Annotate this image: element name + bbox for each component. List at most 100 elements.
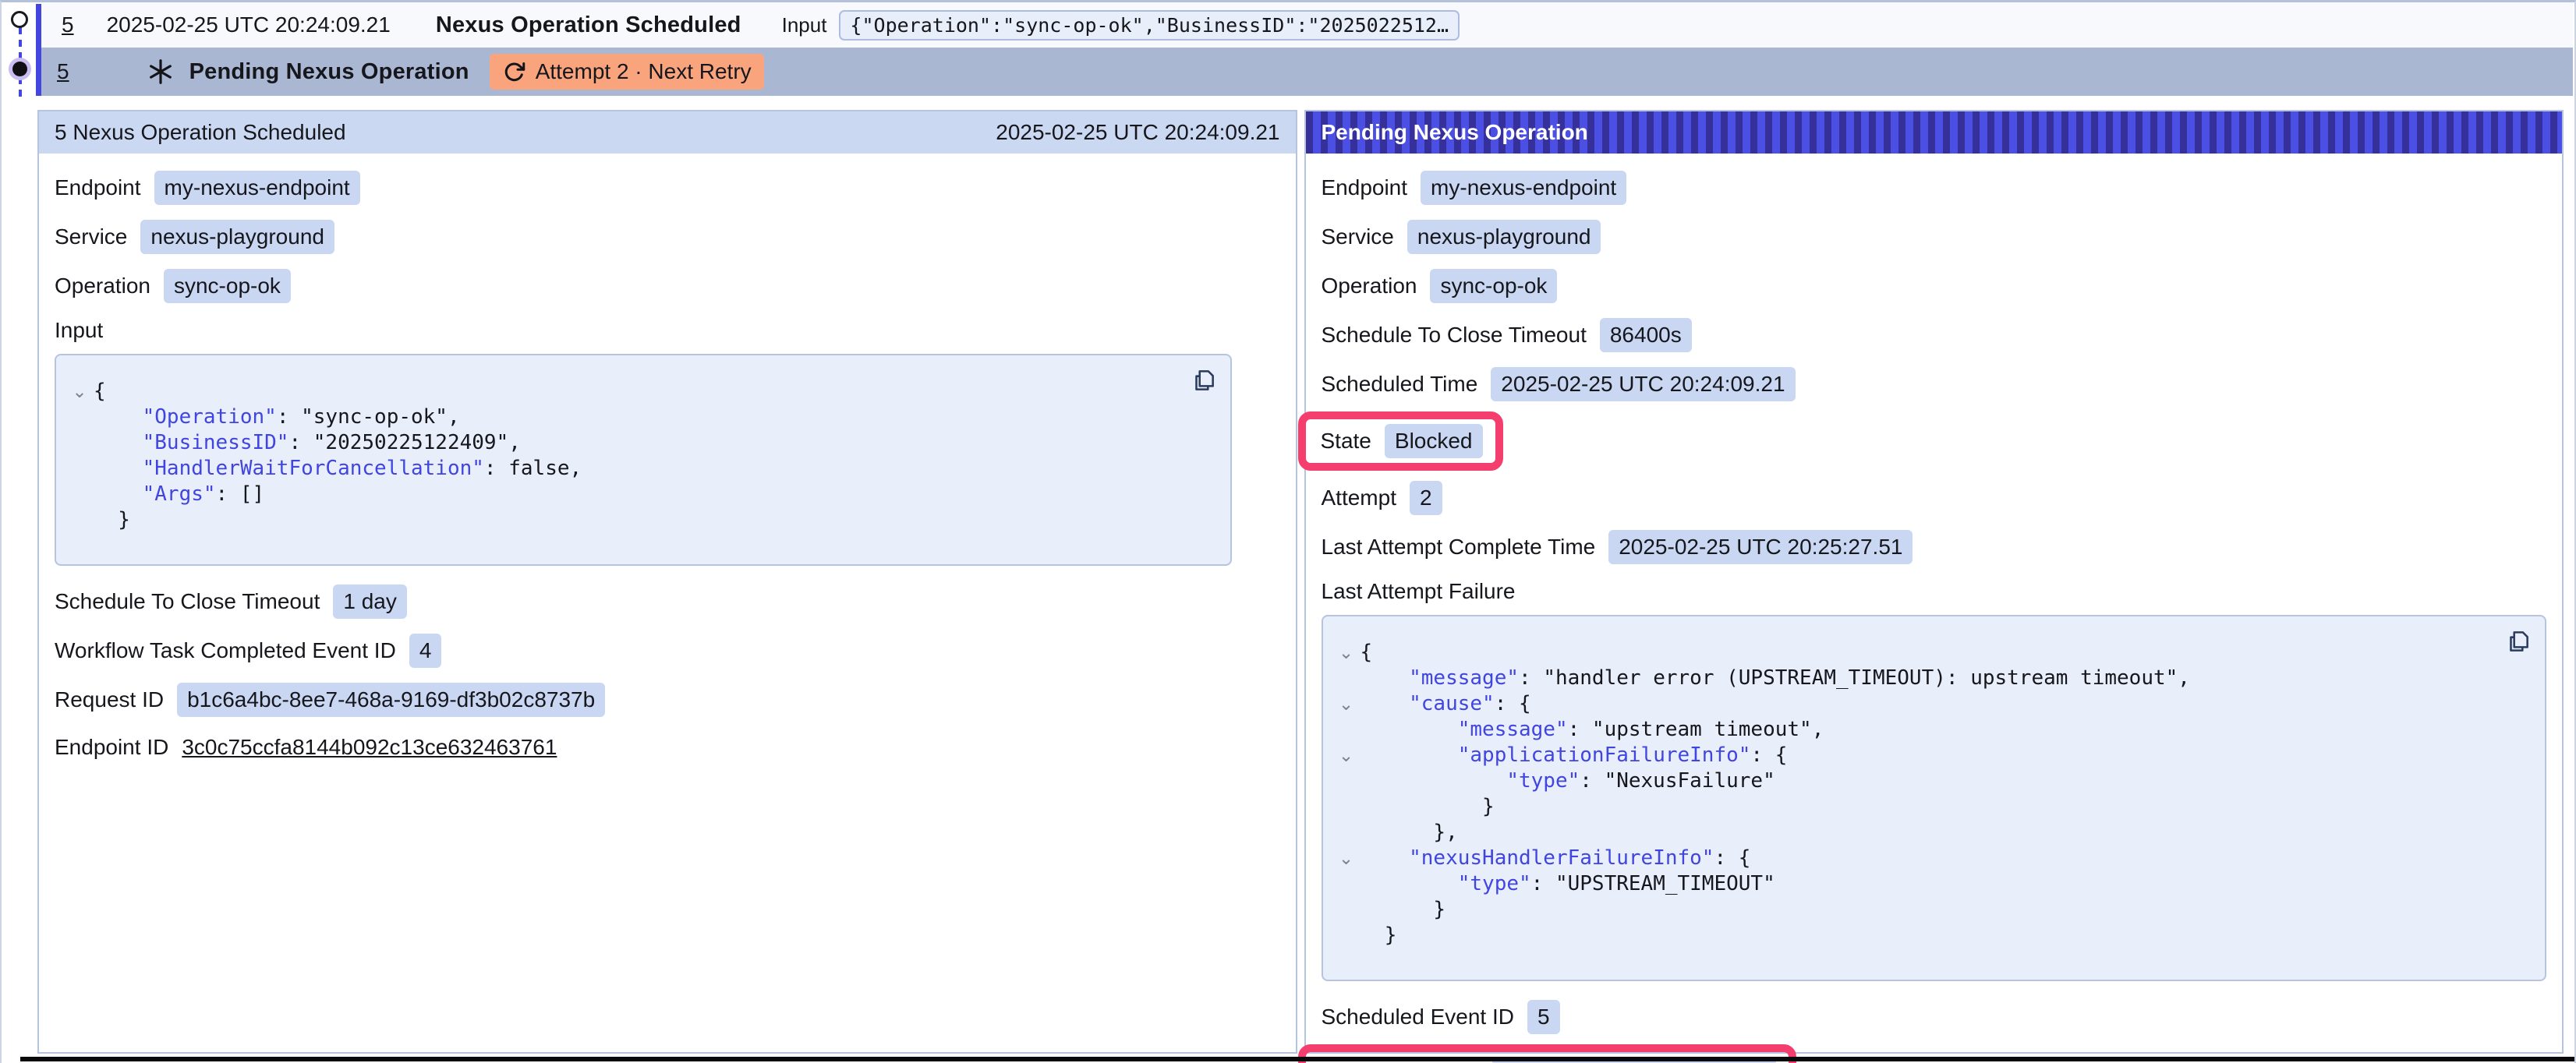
collapse-chevron-icon[interactable]: ⌄ [1332,743,1361,768]
field-operation: Operation sync-op-ok [55,269,291,303]
field-service: Servicenexus-playground [1322,220,1601,254]
code-line: "Operation": "sync-op-ok", [65,404,1215,430]
code-line: ⌄ "applicationFailureInfo": { [1332,743,2530,768]
field-scheduled-time: Scheduled Time2025-02-25 UTC 20:24:09.21 [1322,367,1796,401]
pending-operation-panel: Pending Nexus Operation Endpointmy-nexus… [1304,110,2564,1054]
field-value-chip: my-nexus-endpoint [154,171,360,205]
code-line: ⌄ "nexusHandlerFailureInfo": { [1332,846,2530,871]
code-gutter [1332,897,1361,923]
timeline-open-marker-icon [11,11,28,28]
last-attempt-failure-json-block: ⌄{ "message": "handler error (UPSTREAM_T… [1322,615,2547,981]
code-gutter [1332,820,1361,846]
input-section-label: Input [55,318,1280,343]
code-line: "type": "UPSTREAM_TIMEOUT" [1332,871,2530,897]
field-endpoint: Endpoint my-nexus-endpoint [55,171,360,205]
field-label: Endpoint [55,175,141,200]
panel-timestamp: 2025-02-25 UTC 20:24:09.21 [996,120,1279,145]
field-value-chip: sync-op-ok [164,269,291,303]
code-gutter [1332,794,1361,820]
collapse-chevron-icon[interactable]: ⌄ [1332,846,1361,871]
code-line: "message": "upstream timeout", [1332,717,2530,743]
field-attempt: Attempt 2 [1322,481,1442,515]
panel-title: Pending Nexus Operation [1322,120,1588,145]
field-label: Schedule To Close Timeout [55,589,320,614]
field-last-attempt-complete-time: Last Attempt Complete Time 2025-02-25 UTC… [1322,530,1913,564]
field-endpoint-id: Endpoint ID 3c0c75ccfa8144b092c13ce632463… [55,732,557,763]
event-title: Nexus Operation Scheduled [436,12,741,38]
code-line: ⌄{ [65,379,1215,404]
asterisk-pending-icon [146,57,175,87]
field-label: Operation [55,274,150,298]
input-json-block: ⌄{ "Operation": "sync-op-ok", "BusinessI… [55,354,1232,566]
code-line: ⌄ "cause": { [1332,691,2530,717]
field-value-chip: b1c6a4bc-8ee7-468a-9169-df3b02c8737b [177,683,605,717]
code-gutter [1332,871,1361,897]
field-operation: Operationsync-op-ok [1322,269,1558,303]
code-gutter [1332,923,1361,948]
code-line: "Args": [] [65,482,1215,507]
workflow-history-view: 5 2025-02-25 UTC 20:24:09.21 Nexus Opera… [0,0,2576,1063]
code-line: "type": "NexusFailure" [1332,768,2530,794]
copy-icon[interactable] [2504,627,2532,655]
retry-icon [502,60,526,84]
code-line: } [1332,923,2530,948]
code-line: } [65,507,1215,533]
event-id-link[interactable]: 5 [62,12,74,37]
field-endpoint: Endpointmy-nexus-endpoint [1322,171,1627,205]
event-rows-list: 5 2025-02-25 UTC 20:24:09.21 Nexus Opera… [36,2,2573,97]
field-value-link[interactable]: 3c0c75ccfa8144b092c13ce632463761 [182,735,557,760]
event-history-rows: 5 2025-02-25 UTC 20:24:09.21 Nexus Opera… [6,2,2573,97]
event-input-label: Input [782,13,827,37]
failure-section-label: Last Attempt Failure [1322,579,2547,604]
field-label: Attempt [1322,486,1396,510]
field-workflow-task-completed-event-id: Workflow Task Completed Event ID 4 [55,634,441,668]
scheduled-event-panel: 5 Nexus Operation Scheduled 2025-02-25 U… [37,110,1297,1054]
pending-operation-title: Pending Nexus Operation [189,59,469,85]
field-schedule-to-close-timeout: Schedule To Close Timeout86400s [1322,318,1692,352]
field-schedule-to-close-timeout: Schedule To Close Timeout 1 day [55,584,407,619]
event-timestamp: 2025-02-25 UTC 20:24:09.21 [107,12,391,37]
code-gutter [1332,768,1361,794]
field-label: Workflow Task Completed Event ID [55,638,396,663]
event-row-pending-nexus-operation[interactable]: 5 Pending Nexus Operation Attempt 2 · Ne… [41,48,2573,96]
event-id-link[interactable]: 5 [57,59,69,84]
event-row-nexus-operation-scheduled[interactable]: 5 2025-02-25 UTC 20:24:09.21 Nexus Opera… [41,2,2573,48]
timeline-filled-marker-icon [12,62,27,76]
collapse-chevron-icon[interactable]: ⌄ [65,379,94,404]
code-line: ⌄{ [1332,640,2530,666]
field-scheduled-event-id: Scheduled Event ID 5 [1322,1000,1560,1034]
field-value-chip: Blocked [1385,424,1483,458]
code-gutter [65,482,94,507]
field-label: State [1321,429,1371,454]
field-label: Scheduled Event ID [1322,1005,1515,1029]
field-value-chip: 86400s [1600,318,1692,352]
code-line: "message": "handler error (UPSTREAM_TIME… [1332,666,2530,691]
field-label: Endpoint [1322,175,1408,200]
field-request-id: Request IDb1c6a4bc-8ee7-468a-9169-df3b02… [55,683,605,717]
field-label: Endpoint ID [55,735,168,760]
field-value-chip: 1 day [333,584,407,619]
field-value-chip: nexus-playground [140,220,334,254]
bottom-window-divider [20,1057,2574,1061]
field-value-chip: 2 [1410,481,1442,515]
field-value-chip: 5 [1527,1000,1560,1034]
field-state: State Blocked [1298,411,1503,471]
event-input-preview-chip[interactable]: {"Operation":"sync-op-ok","BusinessID":"… [839,10,1460,41]
code-gutter [65,456,94,482]
collapse-chevron-icon[interactable]: ⌄ [1332,640,1361,666]
field-value-chip: 2025-02-25 UTC 20:25:27.51 [1608,530,1913,564]
field-value-chip: 4 [409,634,442,668]
pending-operation-panel-body: Endpointmy-nexus-endpoint Servicenexus-pl… [1306,154,2563,1063]
attempt-retry-badge: Attempt 2 · Next Retry [490,54,764,90]
attempt-retry-text: Attempt 2 · Next Retry [536,59,752,84]
field-label: Last Attempt Complete Time [1322,535,1596,560]
code-gutter [65,430,94,456]
collapse-chevron-icon[interactable]: ⌄ [1332,691,1361,717]
field-label: Service [55,224,127,249]
pending-operation-panel-header: Pending Nexus Operation [1306,111,2563,154]
field-value-chip: sync-op-ok [1430,269,1557,303]
field-value-chip: 2025-02-25 UTC 20:24:09.21 [1491,367,1795,401]
scheduled-event-panel-body: Endpoint my-nexus-endpoint Service nexus-pl… [39,154,1296,763]
copy-icon[interactable] [1190,366,1218,394]
code-gutter [65,507,94,533]
